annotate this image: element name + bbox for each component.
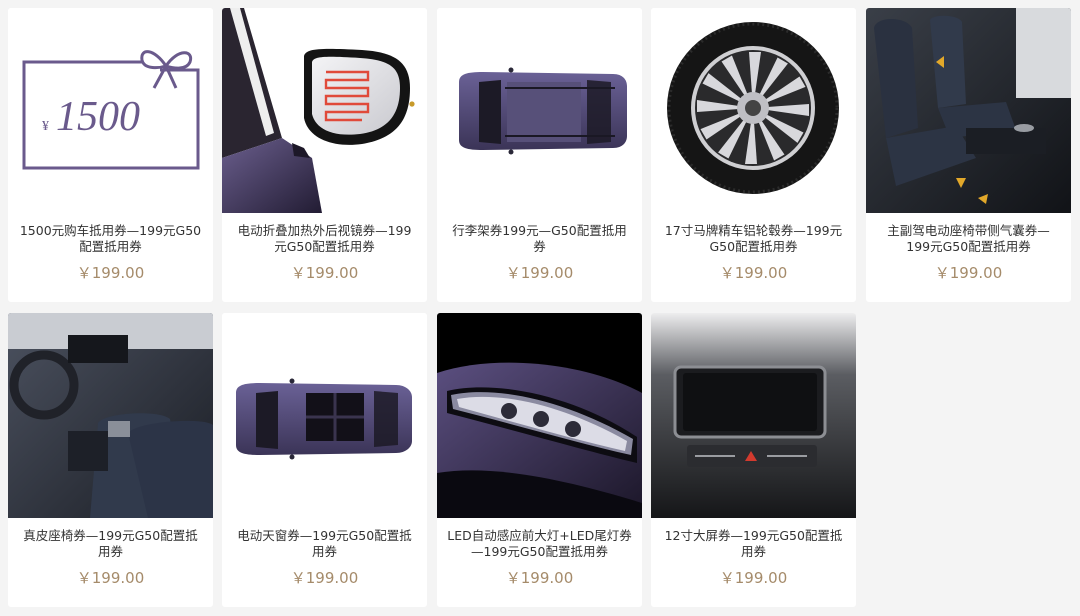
product-price: ￥199.00 bbox=[934, 264, 1003, 282]
product-price: ￥199.00 bbox=[290, 264, 359, 282]
product-card[interactable]: 主副驾电动座椅带侧气囊券—199元G50配置抵用券 ￥199.00 bbox=[866, 8, 1071, 302]
product-card[interactable]: ¥ 1500 1500元购车抵用券—199元G50配置抵用券 ￥199.00 bbox=[8, 8, 213, 302]
product-title: 主副驾电动座椅带侧气囊券—199元G50配置抵用券 bbox=[887, 223, 1050, 254]
product-card[interactable]: 电动天窗券—199元G50配置抵用券 ￥199.00 bbox=[222, 313, 427, 607]
product-price: ￥199.00 bbox=[719, 264, 788, 282]
roof-rack-image bbox=[437, 8, 642, 213]
alloy-wheel-image bbox=[651, 8, 856, 213]
product-price: ￥199.00 bbox=[290, 569, 359, 587]
product-grid: ¥ 1500 1500元购车抵用券—199元G50配置抵用券 ￥199.00 电… bbox=[0, 0, 1080, 616]
product-card[interactable]: 17寸马牌精车铝轮毂券—199元G50配置抵用券 ￥199.00 bbox=[651, 8, 856, 302]
product-price: ￥199.00 bbox=[505, 264, 574, 282]
heated-mirror-image bbox=[222, 8, 427, 213]
product-title: 电动折叠加热外后视镜券—199元G50配置抵用券 bbox=[237, 223, 412, 254]
leather-seat-image bbox=[8, 313, 213, 518]
product-price: ￥199.00 bbox=[76, 569, 145, 587]
product-price: ￥199.00 bbox=[76, 264, 145, 282]
product-title: 电动天窗券—199元G50配置抵用券 bbox=[237, 528, 412, 559]
product-title: 12寸大屏券—199元G50配置抵用券 bbox=[664, 528, 843, 559]
gift-voucher-image: ¥ 1500 bbox=[8, 8, 213, 213]
product-card[interactable]: 12寸大屏券—199元G50配置抵用券 ￥199.00 bbox=[651, 313, 856, 607]
product-title: 真皮座椅券—199元G50配置抵用券 bbox=[23, 528, 198, 559]
currency-symbol: ¥ bbox=[42, 119, 49, 134]
product-card[interactable]: LED自动感应前大灯+LED尾灯券—199元G50配置抵用券 ￥199.00 bbox=[437, 313, 642, 607]
sunroof-image bbox=[222, 313, 427, 518]
product-card[interactable]: 电动折叠加热外后视镜券—199元G50配置抵用券 ￥199.00 bbox=[222, 8, 427, 302]
product-title: 17寸马牌精车铝轮毂券—199元G50配置抵用券 bbox=[664, 223, 843, 254]
product-price: ￥199.00 bbox=[719, 569, 788, 587]
product-title: 行李架券199元—G50配置抵用券 bbox=[452, 223, 627, 254]
led-headlight-image bbox=[437, 313, 642, 518]
product-card[interactable]: 真皮座椅券—199元G50配置抵用券 ￥199.00 bbox=[8, 313, 213, 607]
product-price: ￥199.00 bbox=[505, 569, 574, 587]
large-screen-image bbox=[651, 313, 856, 518]
power-seat-image bbox=[866, 8, 1071, 213]
product-title: LED自动感应前大灯+LED尾灯券—199元G50配置抵用券 bbox=[447, 528, 632, 559]
product-card[interactable]: 行李架券199元—G50配置抵用券 ￥199.00 bbox=[437, 8, 642, 302]
voucher-amount: 1500 bbox=[56, 94, 140, 140]
product-title: 1500元购车抵用券—199元G50配置抵用券 bbox=[19, 223, 202, 254]
